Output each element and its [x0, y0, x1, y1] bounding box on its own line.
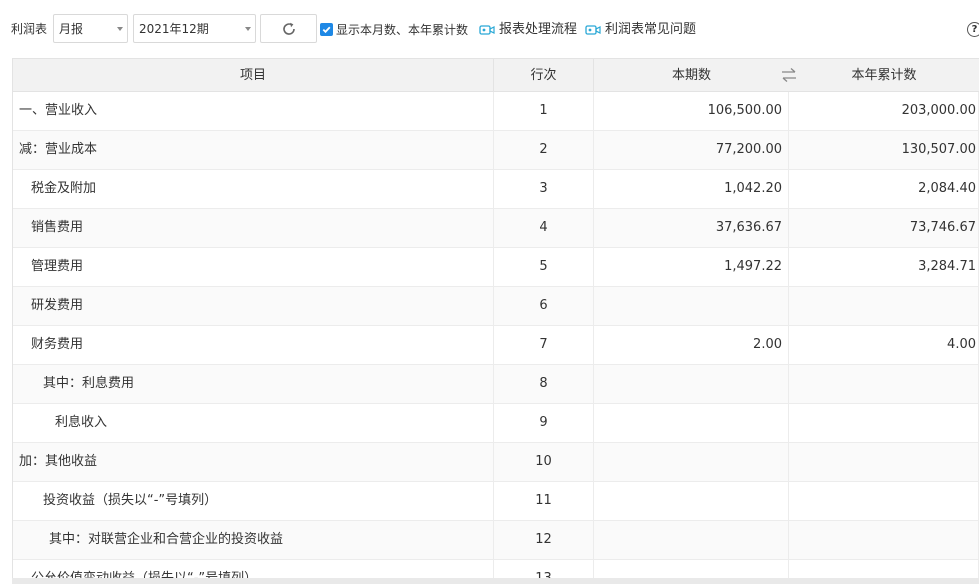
period-select[interactable]: 2021年12期: [133, 14, 256, 43]
row-item-label: 销售费用: [13, 209, 494, 247]
row-current-value[interactable]: [594, 482, 789, 520]
row-number: 8: [494, 365, 594, 403]
report-name-label: 利润表: [11, 22, 48, 36]
row-ytd-value[interactable]: [789, 521, 979, 559]
table-row[interactable]: 利息收入 9: [13, 404, 979, 443]
video-camera-icon: [479, 25, 495, 35]
checkmark-icon: [322, 26, 331, 34]
table-row[interactable]: 管理费用 5 1,497.22 3,284.71: [13, 248, 979, 287]
row-number: 2: [494, 131, 594, 169]
row-ytd-value[interactable]: 73,746.67: [789, 209, 979, 247]
table-header: 项目 行次 本期数 本年累计数: [13, 58, 979, 92]
row-number: 9: [494, 404, 594, 442]
header-item: 项目: [13, 59, 494, 92]
row-item-label: 一、营业收入: [13, 92, 494, 130]
row-ytd-value[interactable]: 4.00: [789, 326, 979, 364]
period-value: 2021年12期: [139, 22, 209, 36]
table-row[interactable]: 加：其他收益 10: [13, 443, 979, 482]
help-icon[interactable]: ?: [967, 22, 979, 37]
report-process-link-text[interactable]: 报表处理流程: [499, 22, 577, 38]
row-ytd-value[interactable]: 2,084.40: [789, 170, 979, 208]
table-row[interactable]: 其中：利息费用 8: [13, 365, 979, 404]
row-item-label: 其中：对联营企业和合营企业的投资收益: [13, 521, 494, 559]
refresh-icon: [283, 22, 295, 35]
row-current-value[interactable]: 1,497.22: [594, 248, 789, 286]
row-ytd-value[interactable]: 130,507.00: [789, 131, 979, 169]
header-row-no: 行次: [494, 59, 594, 92]
row-current-value[interactable]: [594, 521, 789, 559]
video-camera-icon: [585, 25, 601, 35]
period-type-select[interactable]: 月报: [53, 14, 128, 43]
chevron-down-icon: [117, 27, 123, 31]
row-item-label: 其中：利息费用: [13, 365, 494, 403]
row-ytd-value[interactable]: 3,284.71: [789, 248, 979, 286]
row-number: 5: [494, 248, 594, 286]
profit-faq-link-text[interactable]: 利润表常见问题: [605, 22, 696, 38]
refresh-button[interactable]: [260, 14, 317, 43]
row-ytd-value[interactable]: [789, 443, 979, 481]
row-current-value[interactable]: [594, 365, 789, 403]
row-item-label: 投资收益（损失以“-”号填列）: [13, 482, 494, 520]
row-item-label: 财务费用: [13, 326, 494, 364]
row-current-value[interactable]: 2.00: [594, 326, 789, 364]
row-ytd-value[interactable]: [789, 287, 979, 325]
row-ytd-value[interactable]: [789, 365, 979, 403]
row-current-value[interactable]: 37,636.67: [594, 209, 789, 247]
income-statement-table: 项目 行次 本期数 本年累计数 一、营业收入 1 106,500.00 203,000…: [12, 58, 979, 584]
row-number: 1: [494, 92, 594, 130]
row-number: 10: [494, 443, 594, 481]
row-current-value[interactable]: 77,200.00: [594, 131, 789, 169]
table-row[interactable]: 研发费用 6: [13, 287, 979, 326]
row-current-value[interactable]: [594, 404, 789, 442]
header-current-period: 本期数: [671, 68, 711, 83]
table-row[interactable]: 税金及附加 3 1,042.20 2,084.40: [13, 170, 979, 209]
show-monthly-ytd-checkbox[interactable]: [320, 23, 333, 36]
row-current-value[interactable]: [594, 443, 789, 481]
row-ytd-value[interactable]: [789, 482, 979, 520]
table-row[interactable]: 投资收益（损失以“-”号填列） 11: [13, 482, 979, 521]
row-item-label: 税金及附加: [13, 170, 494, 208]
row-item-label: 利息收入: [13, 404, 494, 442]
show-monthly-ytd-label[interactable]: 显示本月数、本年累计数: [336, 22, 468, 38]
period-type-value: 月报: [59, 22, 84, 36]
row-item-label: 加：其他收益: [13, 443, 494, 481]
row-item-label: 管理费用: [13, 248, 494, 286]
row-ytd-value[interactable]: [789, 404, 979, 442]
chevron-down-icon: [245, 27, 251, 31]
row-item-label: 研发费用: [13, 287, 494, 325]
table-row[interactable]: 财务费用 7 2.00 4.00: [13, 326, 979, 365]
header-ytd: 本年累计数: [851, 68, 917, 83]
horizontal-scrollbar[interactable]: [12, 578, 979, 584]
row-item-label: 减：营业成本: [13, 131, 494, 169]
toolbar: 利润表 月报 2021年12期 显示本月数、本年累计数 报表处理流程 利润表常见…: [0, 0, 979, 58]
row-current-value[interactable]: [594, 287, 789, 325]
table-row[interactable]: 减：营业成本 2 77,200.00 130,507.00: [13, 131, 979, 170]
table-row[interactable]: 销售费用 4 37,636.67 73,746.67: [13, 209, 979, 248]
table-row[interactable]: 其中：对联营企业和合营企业的投资收益 12: [13, 521, 979, 560]
row-current-value[interactable]: 106,500.00: [594, 92, 789, 130]
row-ytd-value[interactable]: 203,000.00: [789, 92, 979, 130]
row-number: 12: [494, 521, 594, 559]
table-row[interactable]: 一、营业收入 1 106,500.00 203,000.00: [13, 92, 979, 131]
row-number: 11: [494, 482, 594, 520]
row-current-value[interactable]: 1,042.20: [594, 170, 789, 208]
row-number: 4: [494, 209, 594, 247]
row-number: 3: [494, 170, 594, 208]
row-number: 7: [494, 326, 594, 364]
row-number: 6: [494, 287, 594, 325]
